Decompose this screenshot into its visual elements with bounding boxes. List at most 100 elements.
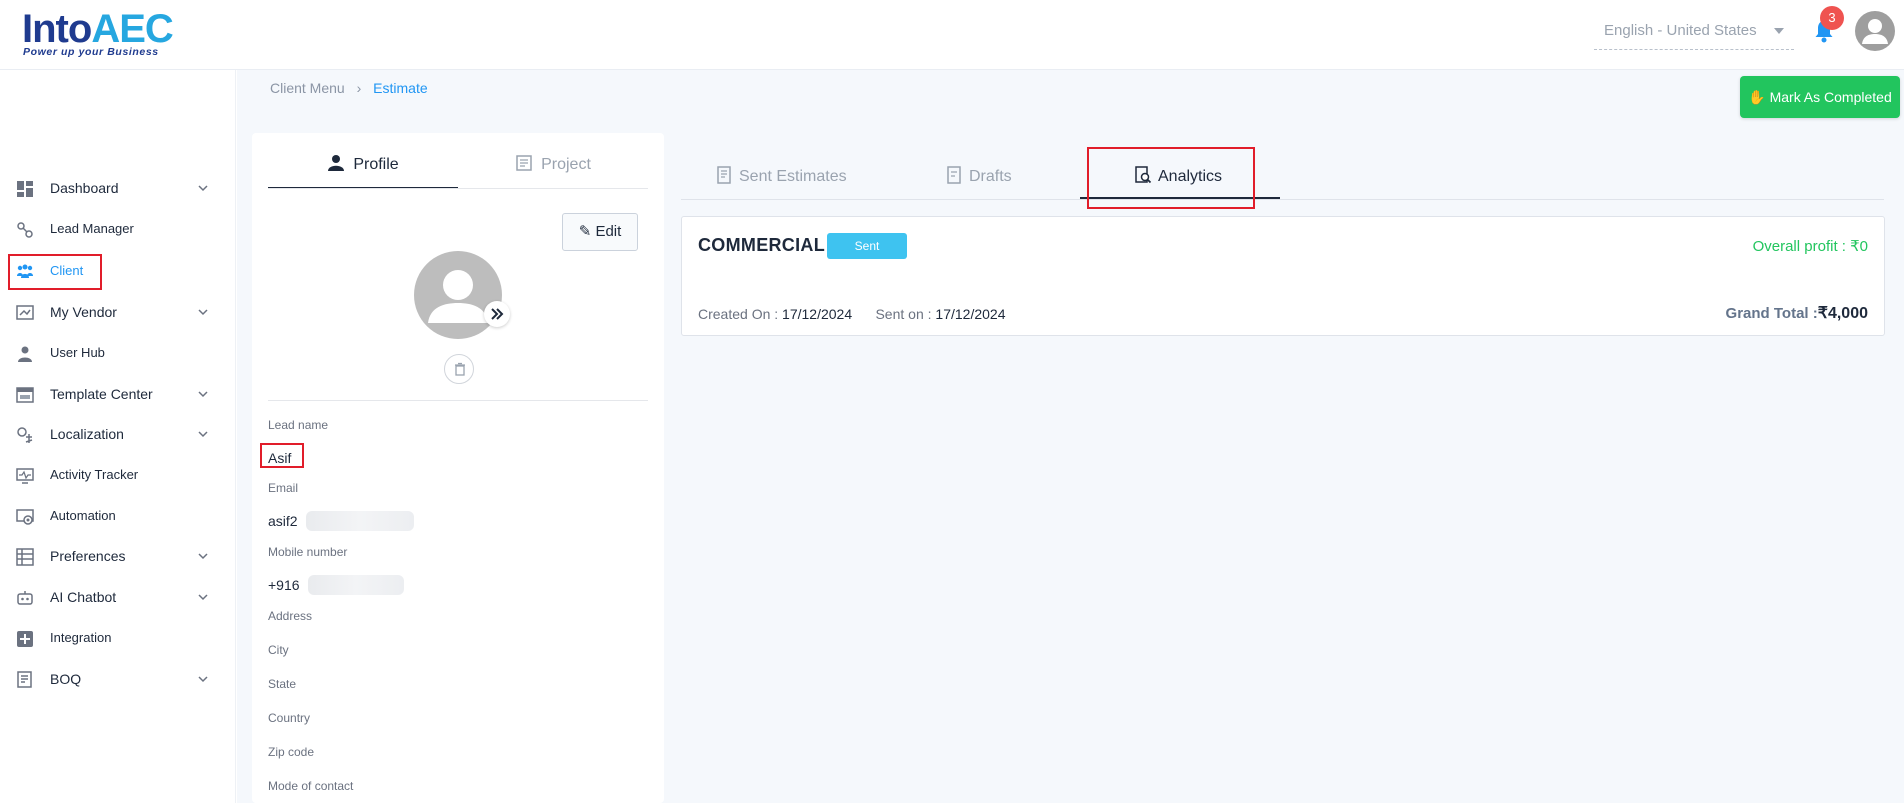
caret-down-icon xyxy=(1774,28,1784,34)
project-icon xyxy=(516,155,532,171)
edit-label: Edit xyxy=(595,223,622,240)
zip-code-label: Zip code xyxy=(268,745,315,759)
created-on-value: 17/12/2024 xyxy=(782,306,853,322)
user-avatar[interactable] xyxy=(1855,11,1895,51)
sidebar-item-label: My Vendor xyxy=(50,304,117,320)
sent-on-label: Sent on : xyxy=(875,306,932,322)
sidebar-item-dashboard[interactable]: Dashboard xyxy=(0,169,236,209)
sidebar-item-label: Preferences xyxy=(50,548,126,564)
mobile-value: +916 xyxy=(268,577,300,593)
user-icon xyxy=(18,346,32,362)
estimate-dates: Created On : 17/12/2024 Sent on : 17/12/… xyxy=(698,306,1005,322)
sidebar-item-activity-tracker[interactable]: Activity Tracker xyxy=(0,456,236,496)
template-icon xyxy=(16,387,34,403)
tab-profile[interactable]: Profile xyxy=(268,145,458,189)
sidebar-item-ai-chatbot[interactable]: AI Chatbot xyxy=(0,578,236,618)
person-icon xyxy=(1862,19,1888,44)
sidebar-item-boq[interactable]: BOQ xyxy=(0,660,236,700)
chevron-down-icon xyxy=(198,309,208,316)
sidebar-item-label: Localization xyxy=(50,426,124,442)
lead-name-label: Lead name xyxy=(268,418,329,432)
chevron-right-icon: › xyxy=(356,80,362,96)
status-badge: Sent xyxy=(827,233,907,259)
sidebar: Dashboard Lead Manager Client My Vendor … xyxy=(0,70,236,803)
grand-total-label: Grand Total : xyxy=(1725,305,1818,322)
intoaec-logo[interactable]: IntoAEC Power up your Business xyxy=(20,6,180,58)
mode-of-contact-label: Mode of contact xyxy=(268,779,354,793)
sidebar-item-label: Integration xyxy=(50,630,112,645)
handshake-icon: ✋ xyxy=(1748,89,1766,105)
integration-icon xyxy=(17,631,33,647)
chevron-down-icon xyxy=(198,553,208,560)
estimate-title: COMMERCIAL xyxy=(698,235,825,255)
sidebar-item-localization[interactable]: Localization xyxy=(0,415,236,455)
breadcrumb-parent[interactable]: Client Menu xyxy=(270,80,345,96)
activity-icon xyxy=(16,468,34,484)
breadcrumb: Client Menu › Estimate xyxy=(270,80,428,96)
client-highlight-box xyxy=(8,254,102,290)
sidebar-item-user-hub[interactable]: User Hub xyxy=(0,334,236,374)
top-bar: IntoAEC Power up your Business English -… xyxy=(0,0,1904,70)
main-content: Client Menu › Estimate ✋ Mark As Complet… xyxy=(237,70,1904,803)
boq-icon xyxy=(17,671,32,688)
mark-as-completed-button[interactable]: ✋ Mark As Completed xyxy=(1740,76,1900,118)
state-label: State xyxy=(268,677,297,691)
tab-drafts[interactable]: Drafts xyxy=(945,162,1012,200)
tab-sent-estimates-label: Sent Estimates xyxy=(739,168,847,185)
automation-icon xyxy=(16,509,34,525)
country-label: Country xyxy=(268,711,311,725)
profile-panel: Profile Project ✎ Edit Lead name Asif Em… xyxy=(252,133,664,803)
sidebar-item-label: BOQ xyxy=(50,671,82,687)
person-icon xyxy=(328,154,345,171)
sidebar-item-lead-manager[interactable]: Lead Manager xyxy=(0,210,236,250)
sidebar-item-label: Template Center xyxy=(50,386,153,402)
estimate-card[interactable]: COMMERCIAL Sent Overall profit : ₹0 Crea… xyxy=(681,216,1885,336)
overall-profit: Overall profit : ₹0 xyxy=(1752,238,1868,255)
lead-manager-icon xyxy=(17,222,33,238)
chevron-down-icon xyxy=(198,676,208,683)
breadcrumb-current: Estimate xyxy=(373,80,428,96)
city-label: City xyxy=(268,643,289,657)
language-value: English - United States xyxy=(1604,22,1757,39)
tab-project[interactable]: Project xyxy=(458,145,648,189)
sidebar-item-label: Lead Manager xyxy=(50,221,134,236)
delete-avatar-button[interactable] xyxy=(444,354,474,384)
logo-tagline: Power up your Business xyxy=(23,46,159,58)
chatbot-icon xyxy=(17,591,33,605)
dashboard-icon xyxy=(17,181,33,197)
address-label: Address xyxy=(268,609,313,623)
tab-project-label: Project xyxy=(541,156,591,173)
edit-button[interactable]: ✎ Edit xyxy=(562,213,638,251)
profile-divider xyxy=(268,400,648,401)
tab-sent-estimates[interactable]: Sent Estimates xyxy=(715,162,847,200)
email-label: Email xyxy=(268,481,299,495)
sidebar-item-label: Dashboard xyxy=(50,180,119,196)
draft-icon xyxy=(947,166,961,184)
sidebar-item-automation[interactable]: Automation xyxy=(0,497,236,537)
sidebar-item-label: AI Chatbot xyxy=(50,589,117,605)
lead-name-highlight-box xyxy=(260,443,304,468)
grand-total: Grand Total :₹4,000 xyxy=(1726,303,1868,323)
sidebar-item-label: Activity Tracker xyxy=(50,467,139,482)
mobile-label: Mobile number xyxy=(268,545,348,559)
email-value: asif2 xyxy=(268,513,298,529)
sidebar-item-label: User Hub xyxy=(50,345,105,360)
sent-on-value: 17/12/2024 xyxy=(935,306,1006,322)
analytics-highlight-box xyxy=(1087,147,1255,209)
tab-profile-label: Profile xyxy=(353,156,399,173)
sidebar-item-template-center[interactable]: Template Center xyxy=(0,375,236,415)
chevron-down-icon xyxy=(198,594,208,601)
tab-drafts-label: Drafts xyxy=(969,168,1012,185)
chevron-down-icon xyxy=(198,391,208,398)
vendor-icon xyxy=(16,305,34,320)
sidebar-item-label: Automation xyxy=(50,508,116,523)
redacted-email xyxy=(306,511,414,531)
pencil-icon: ✎ xyxy=(578,223,592,240)
preferences-icon xyxy=(16,548,34,566)
sidebar-item-preferences[interactable]: Preferences xyxy=(0,537,236,577)
sidebar-item-my-vendor[interactable]: My Vendor xyxy=(0,293,236,333)
created-on-label: Created On : xyxy=(698,306,779,322)
expand-avatar-button[interactable] xyxy=(484,301,510,327)
language-select[interactable]: English - United States xyxy=(1594,14,1794,50)
sidebar-item-integration[interactable]: Integration xyxy=(0,619,236,659)
